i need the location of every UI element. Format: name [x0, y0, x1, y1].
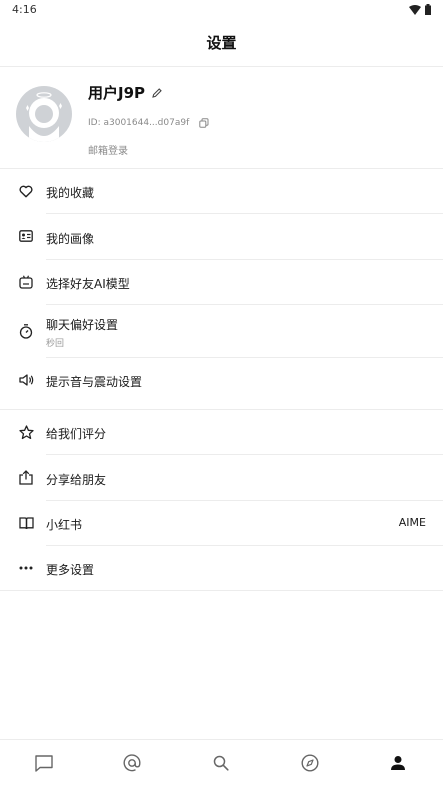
bottom-nav: [0, 739, 443, 790]
menu-item-xiaohongshu[interactable]: 小红书 AIME: [0, 501, 443, 545]
avatar[interactable]: [16, 86, 72, 142]
status-icons: [409, 4, 431, 15]
user-id-row: ID: a3001644...d07a9f: [88, 118, 209, 128]
status-time: 4:16: [12, 3, 37, 16]
chat-preferences-value: 秒回: [46, 339, 65, 349]
nav-search-icon[interactable]: [211, 753, 231, 773]
menu-item-share[interactable]: 分享给朋友: [0, 455, 443, 500]
stopwatch-icon: [18, 323, 34, 339]
favorites-label: 我的收藏: [46, 186, 95, 200]
avatar-ghost-icon: [26, 92, 62, 142]
book-icon: [18, 515, 34, 531]
menu-item-ai-model[interactable]: 选择好友AI模型: [0, 260, 443, 304]
robot-icon: [18, 274, 34, 290]
ai-model-label: 选择好友AI模型: [46, 277, 130, 291]
xiaohongshu-label: 小红书: [46, 518, 83, 532]
menu-item-chat-preferences[interactable]: 聊天偏好设置 秒回: [0, 305, 443, 357]
menu-divider: [0, 590, 443, 591]
nav-chat-icon[interactable]: [34, 753, 54, 773]
edit-pencil-icon[interactable]: [151, 87, 163, 99]
username-row: 用户J9P: [88, 82, 163, 103]
nav-compass-icon[interactable]: [300, 753, 320, 773]
star-icon: [18, 424, 34, 440]
status-bar: 4:16: [0, 0, 443, 20]
username: 用户J9P: [88, 84, 146, 102]
heart-icon: [18, 183, 34, 199]
share-label: 分享给朋友: [46, 473, 107, 487]
share-icon: [18, 469, 34, 485]
more-settings-label: 更多设置: [46, 563, 95, 577]
wifi-icon: [409, 4, 421, 15]
menu-item-sound-vibration[interactable]: 提示音与震动设置: [0, 358, 443, 402]
more-dots-icon: [18, 560, 34, 576]
menu-item-favorites[interactable]: 我的收藏: [0, 169, 443, 213]
battery-icon: [425, 4, 431, 15]
id-card-icon: [18, 228, 34, 244]
menu-item-more-settings[interactable]: 更多设置: [0, 546, 443, 590]
nav-at-icon[interactable]: [122, 753, 142, 773]
page-title: 设置: [206, 34, 237, 52]
header-divider: [0, 66, 443, 67]
rate-us-label: 给我们评分: [46, 427, 107, 441]
chat-preferences-label: 聊天偏好设置: [46, 318, 119, 332]
sound-vibration-label: 提示音与震动设置: [46, 375, 143, 389]
menu-item-portrait[interactable]: 我的画像: [0, 214, 443, 259]
login-type: 邮箱登录: [88, 146, 128, 157]
user-id: ID: a3001644...d07a9f: [88, 118, 190, 128]
menu-item-rate-us[interactable]: 给我们评分: [0, 410, 443, 454]
nav-person-icon[interactable]: [388, 753, 408, 773]
portrait-label: 我的画像: [46, 232, 95, 246]
profile-card[interactable]: 用户J9P ID: a3001644...d07a9f 邮箱登录: [0, 70, 443, 168]
copy-icon[interactable]: [199, 118, 209, 128]
speaker-icon: [18, 372, 34, 388]
xiaohongshu-value: AIME: [398, 516, 426, 529]
